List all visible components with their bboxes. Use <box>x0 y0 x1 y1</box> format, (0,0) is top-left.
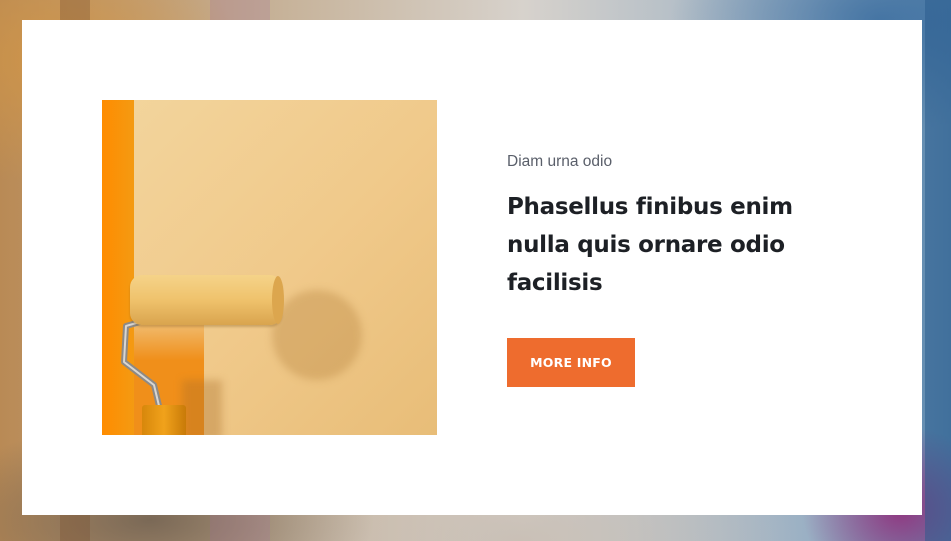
promo-eyebrow: Diam urna odio <box>507 153 613 170</box>
paint-roller <box>130 275 282 325</box>
more-info-button[interactable]: MORE INFO <box>507 338 635 387</box>
paint-roller-image <box>102 100 437 435</box>
promo-card: Diam urna odio Phasellus finibus enim nu… <box>22 20 922 515</box>
promo-text: Diam urna odio Phasellus finibus enim nu… <box>507 150 827 302</box>
promo-headline: Phasellus finibus enim nulla quis ornare… <box>507 194 793 296</box>
roller-handle <box>121 319 163 413</box>
roller-grip <box>142 405 186 435</box>
